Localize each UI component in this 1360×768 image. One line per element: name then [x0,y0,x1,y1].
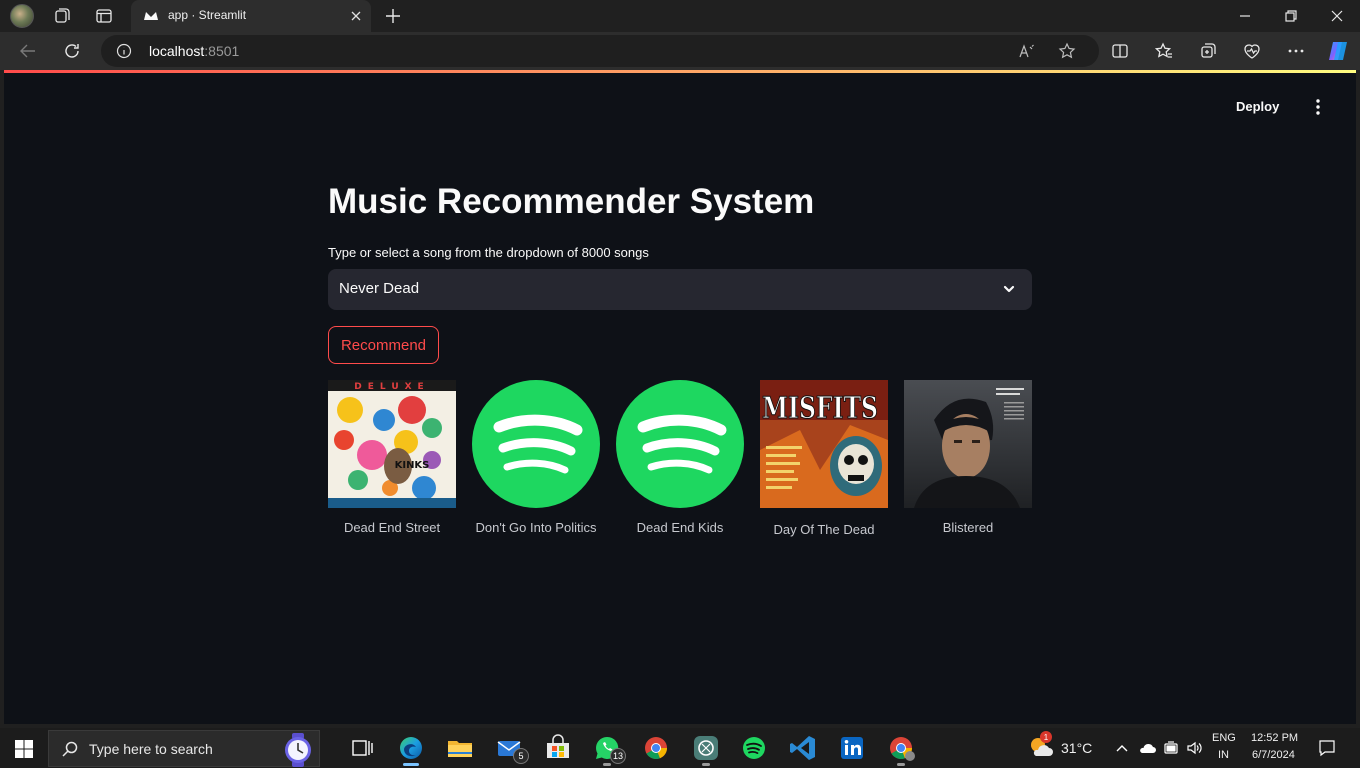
taskbar-vscode[interactable] [787,732,819,764]
album-cover-misfits: MISFITS [760,380,888,508]
song-selectbox[interactable]: Never Dead [328,269,1032,310]
svg-text:KINKS: KINKS [395,460,430,471]
taskbar-spotify[interactable] [738,732,770,764]
tab-title: app · Streamlit [168,8,247,22]
mail-badge: 5 [513,748,529,764]
clock-date: 6/7/2024 [1252,749,1295,761]
recommend-button[interactable]: Recommend [328,326,439,364]
taskbar-chrome-profile[interactable] [885,732,917,766]
page-title: Music Recommender System [328,182,815,221]
svg-text:MISFITS: MISFITS [762,391,878,426]
search-icon [62,741,78,757]
split-screen-icon[interactable] [1110,41,1130,61]
weather-alert-badge: 1 [1040,731,1052,743]
recommendation-title: Don't Go Into Politics [475,520,597,535]
copilot-icon[interactable] [1326,39,1350,63]
clock-time[interactable]: 12:52 PM [1251,732,1298,744]
taskbar-store[interactable] [542,732,574,764]
spotify-logo-icon [472,380,600,508]
recommendation-title: Day Of The Dead [773,522,875,537]
site-info-icon[interactable] [116,43,132,59]
recommendation-card: Dead End Kids [616,380,744,535]
song-select-label: Type or select a song from the dropdown … [328,245,649,260]
minimize-icon[interactable] [1235,6,1255,26]
url-text: localhost:8501 [149,43,240,59]
profile-avatar[interactable] [10,4,34,28]
header-decoration-bar [4,70,1356,73]
favorite-star-icon[interactable] [1058,42,1076,60]
spotify-logo-icon [616,380,744,508]
chrome-icon [890,737,915,761]
back-icon[interactable] [18,41,38,61]
album-cover-kinks: DELUXE KINKS [328,380,456,508]
folder-icon [448,741,472,757]
taskbar-chrome[interactable] [640,732,672,764]
collections-icon[interactable] [1198,41,1218,61]
search-highlight-clock-icon [285,733,311,767]
close-window-icon[interactable] [1327,6,1347,26]
new-tab-icon[interactable] [383,6,403,26]
selected-song: Never Dead [339,280,420,297]
taskbar-edge[interactable] [395,732,427,766]
battery-icon[interactable] [1162,740,1180,756]
close-tab-icon[interactable] [348,8,364,24]
browser-toolbar: localhost:8501 [0,32,1360,70]
language-indicator[interactable]: ENG [1212,732,1236,744]
onedrive-cloud-icon[interactable] [1138,740,1156,756]
region-indicator: IN [1218,749,1229,761]
read-aloud-icon[interactable] [1018,42,1036,60]
favorites-icon[interactable] [1154,41,1174,61]
edge-icon [400,737,422,759]
recommendation-card: MISFITS Day Of The Dead [760,380,888,537]
chrome-icon [645,737,667,759]
browser-tab-strip: app · Streamlit [0,0,1360,32]
taskbar-openai[interactable] [690,732,722,766]
tab-actions-icon[interactable] [94,6,114,26]
weather-widget[interactable]: 1 [1028,731,1054,760]
taskbar-linkedin[interactable] [836,732,868,764]
show-hidden-icons-chevron[interactable] [1114,740,1130,756]
whatsapp-badge: 13 [610,748,626,764]
taskbar-file-explorer[interactable] [444,732,476,764]
windows-start-icon[interactable] [14,739,34,759]
taskbar-whatsapp[interactable]: 13 [591,732,626,766]
vscode-icon [790,736,815,760]
album-cover-johnny-cash [904,380,1032,508]
temperature[interactable]: 31°C [1061,740,1092,756]
task-view-icon[interactable] [346,732,378,764]
refresh-icon[interactable] [62,41,82,61]
search-placeholder: Type here to search [89,741,213,757]
streamlit-crown-icon [144,12,158,20]
tab-streamlit-app[interactable]: app · Streamlit [131,0,371,32]
streamlit-app: Deploy Music Recommender System Type or … [4,70,1356,724]
chatgpt-icon [694,736,718,760]
recommendation-title: Dead End Kids [636,520,724,535]
restore-icon[interactable] [1281,6,1301,26]
recommendation-card: DELUXE KINKS Dead End Street [328,380,456,535]
recommendation-title: Blistered [942,520,994,535]
recommendation-card: Don't Go Into Politics [472,380,600,535]
more-options-icon[interactable] [1286,41,1306,61]
store-icon [547,734,569,758]
taskbar-mail[interactable]: 5 [494,732,529,764]
main-menu-icon[interactable] [1308,97,1328,117]
windows-taskbar: Type here to search 5 13 1 31°C ENG IN 1… [0,728,1360,768]
linkedin-icon [841,737,863,759]
volume-icon[interactable] [1186,740,1204,756]
spotify-icon [743,737,765,759]
chevron-down-icon [1003,285,1015,293]
recommendation-title: Dead End Street [343,520,441,535]
notifications-icon[interactable] [1318,739,1336,757]
deploy-button[interactable]: Deploy [1236,96,1279,116]
recommendation-card: Blistered [904,380,1032,535]
workspaces-icon[interactable] [52,6,72,26]
browser-essentials-icon[interactable] [1242,41,1262,61]
address-bar[interactable]: localhost:8501 [101,35,1099,67]
svg-text:DELUXE: DELUXE [354,382,429,392]
taskbar-search[interactable]: Type here to search [48,730,320,767]
